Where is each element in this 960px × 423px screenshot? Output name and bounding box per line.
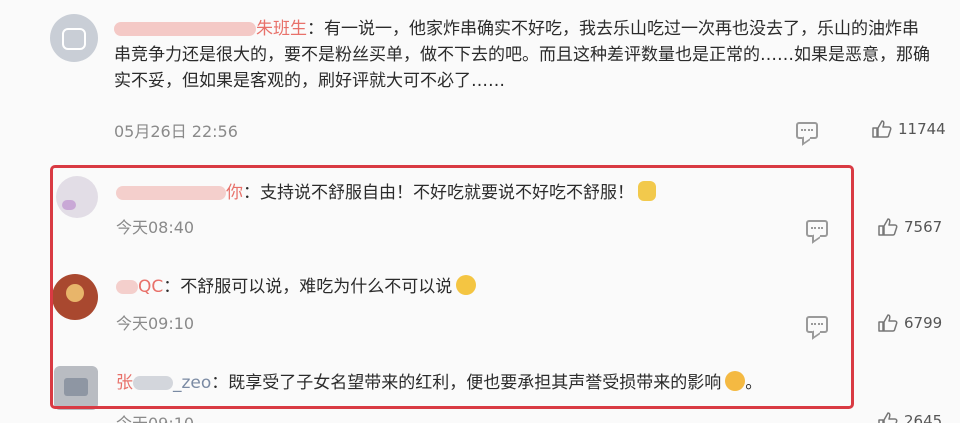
like-button[interactable]: 7567 [878,218,942,236]
highlight-box [50,165,854,409]
like-button[interactable]: 11744 [872,120,946,138]
like-count: 11744 [898,120,946,138]
thumbs-up-icon [878,314,898,332]
like-count: 2645 [904,412,943,423]
thumbs-up-icon [878,412,898,423]
comment-section: 朱班生：有一说一，他家炸串确实不好吃，我去乐山吃过一次再也没去了，乐山的油炸串串… [0,0,960,423]
comment-item: 朱班生：有一说一，他家炸串确实不好吃，我去乐山吃过一次再也没去了，乐山的油炸串串… [0,0,960,160]
like-count: 6799 [904,314,943,332]
username[interactable]: 朱班生 [256,19,307,39]
avatar[interactable] [50,14,98,62]
thumbs-up-icon [878,218,898,236]
thumbs-up-icon [872,120,892,138]
comment-time: 今天09:10 [116,410,194,423]
comment-text-block: 朱班生：有一说一，他家炸串确实不好吃，我去乐山吃过一次再也没去了，乐山的油炸串串… [114,16,934,94]
like-count: 7567 [904,218,943,236]
username-blur [114,22,256,36]
like-button[interactable]: 6799 [878,314,942,332]
comment-time: 05月26日 22:56 [114,122,238,141]
reply-icon[interactable] [796,122,818,139]
like-button[interactable]: 2645 [878,412,942,423]
